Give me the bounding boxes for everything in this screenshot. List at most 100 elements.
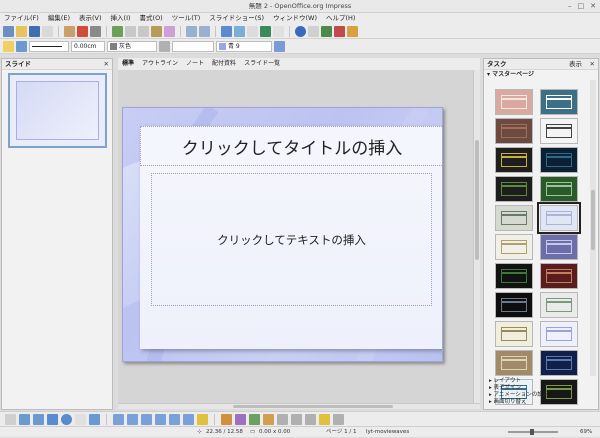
tab-slide-sorter[interactable]: スライド一覧: [244, 58, 280, 70]
undo-icon[interactable]: [186, 25, 197, 37]
close-icon[interactable]: ✕: [590, 59, 595, 70]
text-icon[interactable]: [75, 413, 86, 425]
toggle-extrusion-icon[interactable]: [333, 413, 344, 425]
arrow-style-icon[interactable]: [16, 40, 27, 52]
menu-view[interactable]: 表示(V): [79, 13, 102, 24]
new-document-icon[interactable]: [3, 25, 14, 37]
alignment-icon[interactable]: [291, 413, 302, 425]
table-icon[interactable]: [234, 25, 245, 37]
from-file-icon[interactable]: [249, 413, 260, 425]
print-icon[interactable]: [90, 25, 101, 37]
zoom-icon[interactable]: [273, 25, 284, 37]
line-width-field[interactable]: 0.00cm: [71, 40, 105, 52]
master-page-template[interactable]: [495, 234, 533, 260]
clone-formatting-icon[interactable]: [164, 25, 175, 37]
area-style-icon[interactable]: [3, 40, 14, 52]
select-arrow-icon[interactable]: [5, 413, 16, 425]
title-placeholder[interactable]: クリックしてタイトルの挿入: [140, 126, 442, 166]
block-arrows-icon[interactable]: [155, 413, 166, 425]
area-icon[interactable]: [159, 40, 170, 52]
paste-icon[interactable]: [151, 25, 162, 37]
points-icon[interactable]: [221, 413, 232, 425]
master-page-template[interactable]: [540, 89, 578, 115]
master-page-template[interactable]: [495, 350, 533, 376]
tasks-view-menu[interactable]: 表示: [569, 59, 582, 70]
menu-insert[interactable]: 挿入(I): [111, 13, 131, 24]
navigator-icon[interactable]: [260, 25, 271, 37]
master-page-template[interactable]: [495, 321, 533, 347]
line-icon[interactable]: [19, 413, 30, 425]
master-page-template[interactable]: [540, 118, 578, 144]
line-color-select[interactable]: 灰色: [107, 40, 157, 52]
slideshow-icon[interactable]: [347, 25, 358, 37]
horizontal-scrollbar[interactable]: [118, 403, 480, 409]
menu-help[interactable]: ヘルプ(H): [326, 13, 355, 24]
minimize-icon[interactable]: –: [568, 0, 572, 13]
save-icon[interactable]: [29, 25, 40, 37]
section-slide-transition[interactable]: ▸ 画面切り替え: [486, 399, 596, 406]
chart-icon[interactable]: [221, 25, 232, 37]
slide[interactable]: クリックしてタイトルの挿入 クリックしてテキストの挿入: [122, 107, 443, 362]
area-style-select[interactable]: [172, 40, 214, 52]
text-placeholder[interactable]: クリックしてテキストの挿入: [151, 173, 432, 306]
master-page-template[interactable]: [495, 176, 533, 202]
extrusion-icon[interactable]: [319, 413, 330, 425]
master-page-template[interactable]: [495, 205, 533, 231]
export-pdf-icon[interactable]: [77, 25, 88, 37]
redo-icon[interactable]: [199, 25, 210, 37]
master-page-template[interactable]: [540, 321, 578, 347]
help-icon[interactable]: [295, 25, 306, 37]
master-page-template[interactable]: [495, 147, 533, 173]
master-page-template[interactable]: [540, 292, 578, 318]
master-pages-header[interactable]: ▾ マスターページ: [484, 70, 598, 79]
cut-icon[interactable]: [125, 25, 136, 37]
menu-format[interactable]: 書式(O): [140, 13, 163, 24]
symbol-shapes-icon[interactable]: [141, 413, 152, 425]
open-icon[interactable]: [16, 25, 27, 37]
menu-window[interactable]: ウィンドウ(W): [273, 13, 317, 24]
master-page-template[interactable]: [495, 89, 533, 115]
vertical-scroll-thumb[interactable]: [475, 140, 479, 260]
rotate-icon[interactable]: [277, 413, 288, 425]
grid-icon[interactable]: [247, 25, 258, 37]
ellipse-icon[interactable]: [61, 413, 72, 425]
master-page-template[interactable]: [495, 263, 533, 289]
close-icon[interactable]: ✕: [104, 59, 109, 70]
arrow-line-icon[interactable]: [33, 413, 44, 425]
tab-normal[interactable]: 標準: [122, 58, 134, 70]
section-custom-animation[interactable]: ▸ アニメーションの設定: [486, 392, 596, 399]
tasks-scroll-thumb[interactable]: [591, 190, 595, 250]
menu-tools[interactable]: ツール(T): [172, 13, 201, 24]
master-page-template[interactable]: [540, 263, 578, 289]
master-page-template[interactable]: [495, 118, 533, 144]
master-page-template[interactable]: [540, 234, 578, 260]
basic-shapes-icon[interactable]: [127, 413, 138, 425]
master-page-template[interactable]: [540, 350, 578, 376]
arrange-icon[interactable]: [305, 413, 316, 425]
tab-outline[interactable]: アウトライン: [142, 58, 178, 70]
horizontal-scroll-thumb[interactable]: [233, 405, 393, 408]
master-page-template[interactable]: [540, 147, 578, 173]
master-page-template[interactable]: [495, 292, 533, 318]
connector-icon[interactable]: [113, 413, 124, 425]
tab-handouts[interactable]: 配付資料: [212, 58, 236, 70]
tab-notes[interactable]: ノート: [186, 58, 204, 70]
rectangle-icon[interactable]: [47, 413, 58, 425]
section-table-design[interactable]: ▸ 表デザイン: [486, 385, 596, 392]
menu-slideshow[interactable]: スライドショー(S): [209, 13, 264, 24]
tasks-scrollbar[interactable]: [590, 80, 596, 376]
section-layouts[interactable]: ▸ レイアウト: [486, 378, 596, 385]
layout-icon[interactable]: [321, 25, 332, 37]
callouts-icon[interactable]: [183, 413, 194, 425]
master-page-template[interactable]: [540, 176, 578, 202]
copy-icon[interactable]: [138, 25, 149, 37]
zoom-slider-handle[interactable]: [530, 429, 534, 435]
maximize-icon[interactable]: □: [578, 0, 585, 13]
email-icon[interactable]: [42, 25, 53, 37]
master-page-template[interactable]: [537, 202, 581, 234]
fontwork-icon[interactable]: [235, 413, 246, 425]
close-icon[interactable]: ✕: [590, 0, 596, 13]
flowchart-icon[interactable]: [169, 413, 180, 425]
line-style-select[interactable]: [29, 40, 69, 52]
gallery-icon[interactable]: [263, 413, 274, 425]
